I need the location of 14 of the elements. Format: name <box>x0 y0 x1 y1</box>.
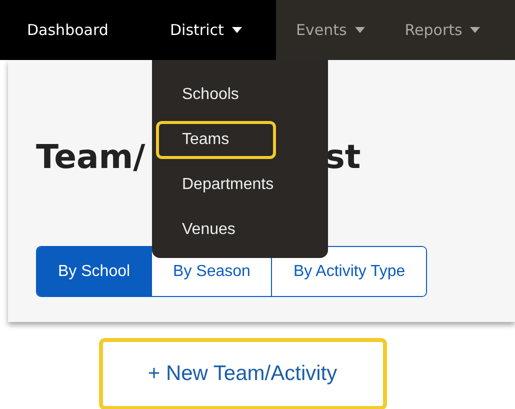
segment-tab[interactable]: By School <box>37 247 152 296</box>
page-heading: Team/ <box>36 136 146 178</box>
page-heading: st <box>325 136 361 178</box>
caret-icon <box>470 27 480 33</box>
caret-icon <box>232 27 242 33</box>
dropdown-item[interactable]: Venues <box>156 211 276 249</box>
nav-menu-item[interactable]: Dashboard <box>0 0 146 60</box>
dropdown-item[interactable]: Schools <box>156 76 276 114</box>
new-team-button[interactable]: + New Team/Activity <box>98 338 386 409</box>
nav-menu-item[interactable]: District <box>146 0 276 60</box>
dropdown-item[interactable]: Departments <box>156 166 276 204</box>
segment-tab[interactable]: By Activity Type <box>271 247 426 296</box>
dropdown-item[interactable]: Teams <box>156 121 276 159</box>
caret-icon <box>354 27 365 33</box>
